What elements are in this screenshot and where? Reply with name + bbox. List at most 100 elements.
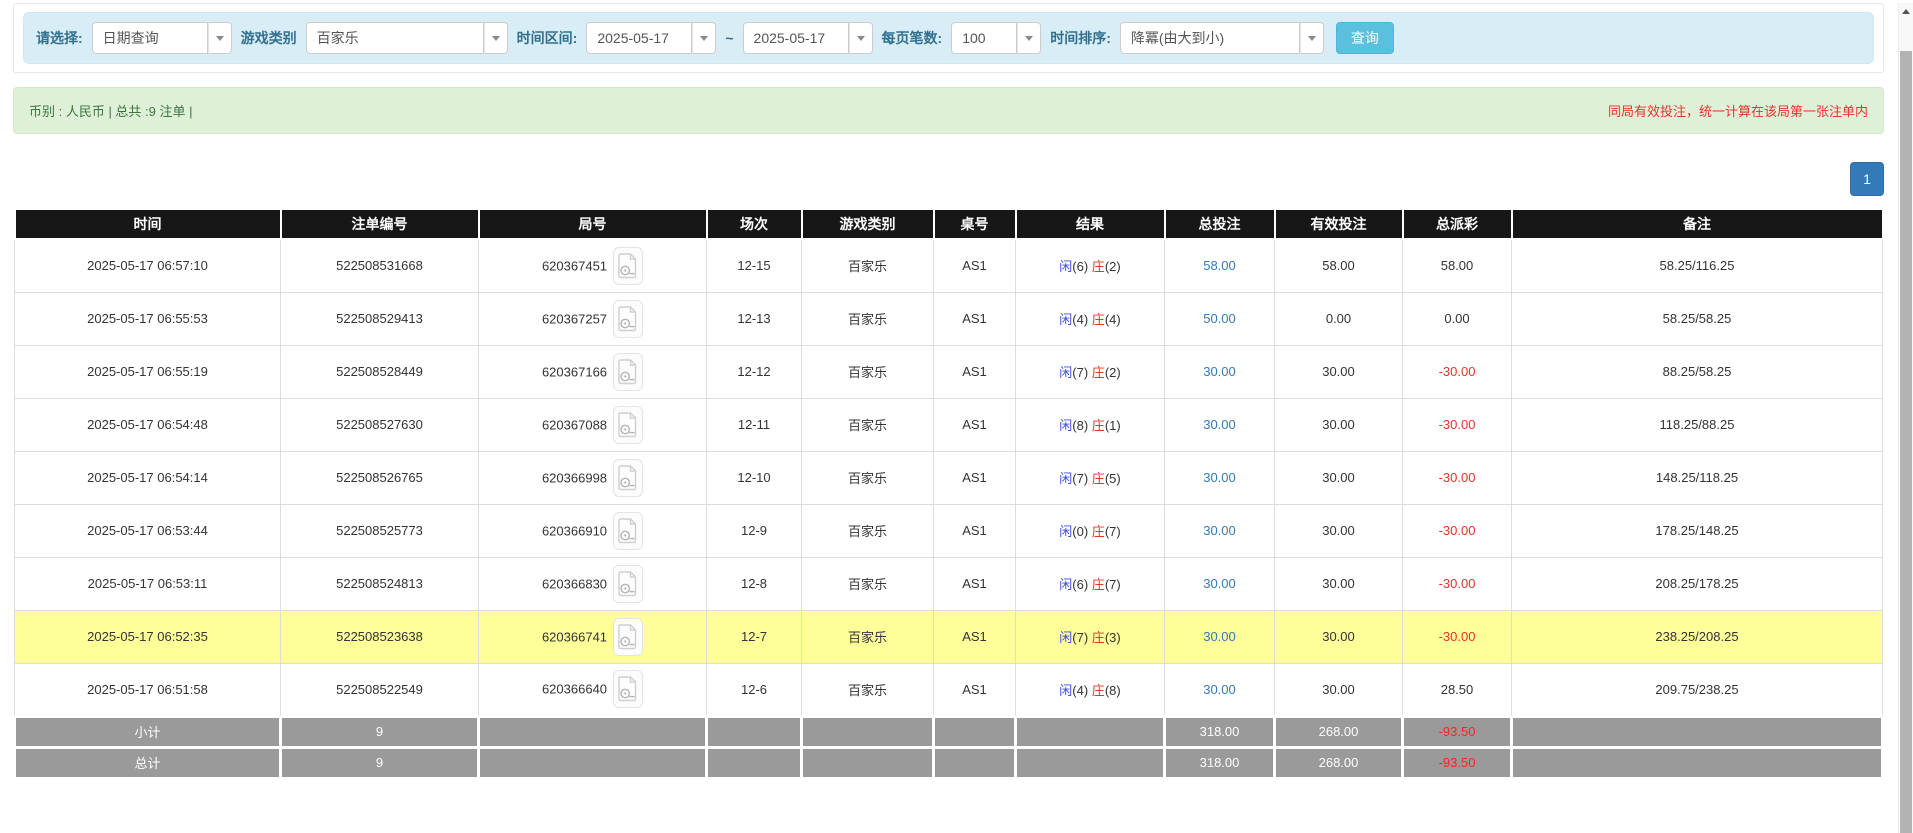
select-mode-label: 请选择: [36, 30, 83, 46]
game-type-select[interactable]: 百家乐 [305, 22, 508, 54]
chevron-down-icon [1307, 35, 1316, 41]
round-number: 620367257 [541, 311, 608, 326]
result-banker-label: 庄 [1091, 365, 1105, 380]
result-banker-label: 庄 [1091, 524, 1105, 539]
film-file-icon [618, 358, 637, 384]
column-header-7: 结果 [1014, 208, 1166, 240]
chevron-down-icon[interactable] [207, 22, 232, 54]
cell-table-no: AS1 [933, 503, 1016, 558]
cell-remark: 58.25/116.25 [1511, 238, 1883, 293]
cell-session: 12-7 [706, 609, 802, 664]
cell-total-bet[interactable]: 30.00 [1164, 344, 1275, 399]
search-button[interactable]: 查询 [1335, 22, 1394, 54]
result-player-score: (7) [1072, 471, 1092, 486]
cell-round-id: 620366998 [478, 450, 707, 505]
page-size-select[interactable]: 100 [951, 22, 1042, 54]
cell-total-bet[interactable]: 50.00 [1164, 291, 1275, 346]
cell-round-id: 620367451 [478, 238, 707, 293]
cell-result: 闲(7) 庄(2) [1015, 344, 1165, 399]
video-replay-button[interactable] [613, 617, 644, 656]
cell-time: 2025-05-17 06:53:44 [14, 503, 281, 558]
date-to-select[interactable]: 2025-05-17 [742, 22, 873, 54]
table-row: 2025-05-17 06:55:19 522508528449 620367166… [14, 344, 1883, 399]
result-player-score: (6) [1072, 259, 1092, 275]
chevron-down-icon[interactable] [848, 22, 873, 54]
chevron-down-icon[interactable] [483, 22, 508, 54]
cell-result: 闲(6) 庄(2) [1015, 238, 1165, 293]
chevron-down-icon[interactable] [1017, 22, 1042, 54]
cell-round-id: 620366910 [478, 503, 707, 558]
cell-result: 闲(8) 庄(1) [1015, 397, 1165, 452]
cell-game-type: 百家乐 [801, 291, 934, 346]
cell-time: 2025-05-17 06:54:14 [14, 450, 281, 505]
cell-session: 12-9 [706, 503, 802, 558]
chevron-down-icon[interactable] [1299, 22, 1324, 54]
page-size-value: 100 [951, 22, 1018, 54]
cell-valid-bet: 30.00 [1274, 397, 1403, 452]
cell-session: 12-13 [706, 291, 802, 346]
video-replay-button[interactable] [613, 670, 644, 708]
cell-remark: 209.75/238.25 [1511, 662, 1883, 717]
video-replay-button[interactable] [613, 405, 644, 444]
scrollbar-up-button[interactable] [1899, 3, 1913, 19]
cell-bet-id: 522508527630 [280, 397, 479, 452]
footer-session [705, 714, 803, 749]
film-file-icon [618, 464, 637, 490]
date-from-select[interactable]: 2025-05-17 [586, 22, 717, 54]
cell-total-bet[interactable]: 30.00 [1164, 556, 1275, 611]
footer-payout: -93.50 [1401, 714, 1513, 749]
game-type-value: 百家乐 [305, 22, 484, 54]
cell-time: 2025-05-17 06:54:48 [14, 397, 281, 452]
cell-valid-bet: 30.00 [1274, 662, 1403, 717]
cell-total-bet[interactable]: 30.00 [1164, 662, 1275, 717]
cell-total-bet[interactable]: 30.00 [1164, 450, 1275, 505]
query-mode-value: 日期查询 [91, 22, 208, 54]
table-header-row: 时间 注单编号 局号 场次 游戏类别 桌号 结果 总投注 有效投注 总派彩 备注 [13, 208, 1884, 240]
result-player-label: 闲 [1059, 630, 1073, 645]
result-banker-score: (7) [1104, 524, 1121, 539]
video-replay-button[interactable] [613, 246, 644, 285]
cell-table-no: AS1 [933, 397, 1016, 452]
cell-remark: 88.25/58.25 [1511, 344, 1883, 399]
date-to-value: 2025-05-17 [742, 22, 849, 54]
result-banker-label: 庄 [1091, 577, 1105, 592]
result-banker-label: 庄 [1091, 682, 1105, 698]
video-replay-button[interactable] [613, 299, 644, 338]
result-player-label: 闲 [1059, 682, 1073, 698]
sort-order-select[interactable]: 降冪(由大到小) [1119, 22, 1324, 54]
query-mode-select[interactable]: 日期查询 [91, 22, 232, 54]
cell-bet-id: 522508523638 [280, 609, 479, 664]
footer-result [1014, 745, 1166, 780]
cell-total-bet[interactable]: 58.00 [1164, 238, 1275, 293]
cell-game-type: 百家乐 [801, 609, 934, 664]
cell-total-bet[interactable]: 30.00 [1164, 609, 1275, 664]
result-player-score: (8) [1072, 418, 1092, 433]
table-row: 2025-05-17 06:54:48 522508527630 620367088… [14, 397, 1883, 452]
chevron-down-icon[interactable] [692, 22, 717, 54]
result-player-score: (7) [1072, 630, 1092, 645]
cell-payout: -30.00 [1402, 344, 1512, 399]
result-banker-label: 庄 [1091, 312, 1105, 327]
scrollbar-thumb[interactable] [1900, 51, 1912, 833]
vertical-scrollbar[interactable] [1898, 3, 1913, 833]
cell-total-bet[interactable]: 30.00 [1164, 503, 1275, 558]
video-replay-button[interactable] [613, 511, 644, 550]
round-number: 620367451 [541, 258, 608, 274]
video-replay-button[interactable] [613, 352, 644, 391]
cell-game-type: 百家乐 [801, 344, 934, 399]
cell-payout: -30.00 [1402, 450, 1512, 505]
cell-remark: 58.25/58.25 [1511, 291, 1883, 346]
cell-payout: -30.00 [1402, 397, 1512, 452]
cell-table-no: AS1 [933, 662, 1016, 717]
round-number: 620366830 [541, 576, 608, 591]
video-replay-button[interactable] [613, 564, 644, 603]
page-button-1[interactable]: 1 [1850, 162, 1884, 196]
result-banker-score: (8) [1104, 682, 1121, 698]
arrow-up-icon [1902, 8, 1910, 14]
cell-payout: -30.00 [1402, 503, 1512, 558]
cell-total-bet[interactable]: 30.00 [1164, 397, 1275, 452]
video-replay-button[interactable] [613, 458, 644, 497]
date-from-value: 2025-05-17 [586, 22, 693, 54]
result-banker-score: (2) [1104, 259, 1121, 275]
page-size-label: 每页笔数: [881, 30, 943, 46]
